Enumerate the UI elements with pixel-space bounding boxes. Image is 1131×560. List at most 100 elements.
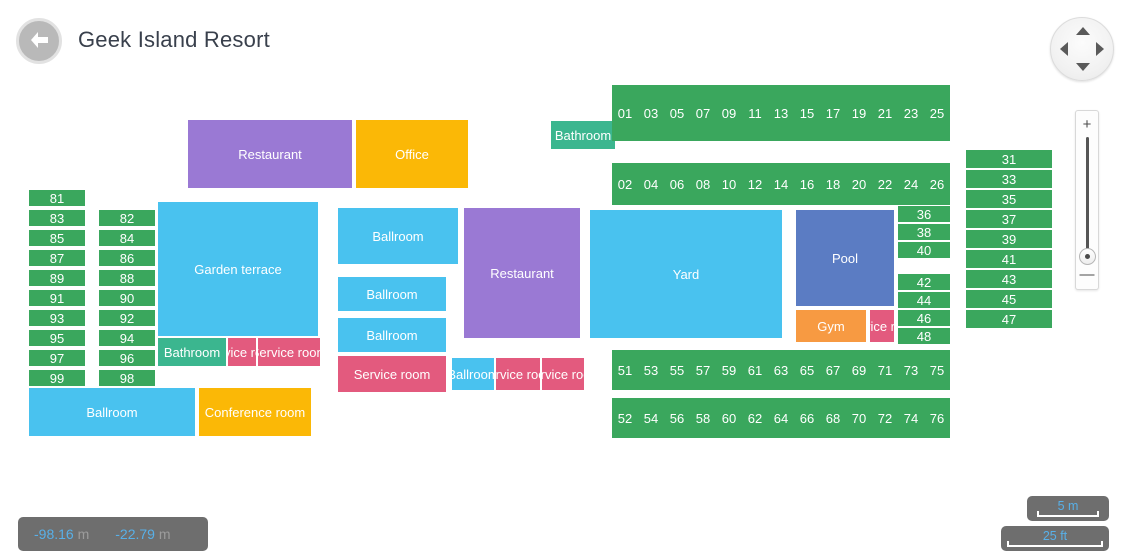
map-unit[interactable]: Conference room	[199, 388, 311, 436]
map-unit[interactable]: 39	[966, 230, 1052, 248]
map-unit[interactable]: 43	[966, 270, 1052, 288]
zoom-in-button[interactable]: +	[1076, 117, 1098, 132]
map-unit[interactable]: Pool	[796, 210, 894, 306]
map-unit[interactable]: 47	[966, 310, 1052, 328]
map-unit[interactable]: 04	[638, 163, 664, 205]
map-unit[interactable]: 84	[99, 230, 155, 246]
map-unit[interactable]: Office	[356, 120, 468, 188]
map-unit[interactable]: 96	[99, 350, 155, 366]
map-unit[interactable]: 63	[768, 350, 794, 390]
map-unit[interactable]: 06	[664, 163, 690, 205]
map-unit[interactable]: 70	[846, 398, 872, 438]
map-unit[interactable]: 90	[99, 290, 155, 306]
map-unit[interactable]: 86	[99, 250, 155, 266]
map-unit[interactable]: 99	[29, 370, 85, 386]
map-unit[interactable]: 69	[846, 350, 872, 390]
map-unit[interactable]: 83	[29, 210, 85, 226]
map-unit[interactable]: 02	[612, 163, 638, 205]
map-unit[interactable]: 53	[638, 350, 664, 390]
map-unit[interactable]: 98	[99, 370, 155, 386]
zoom-handle[interactable]	[1079, 248, 1096, 265]
pan-up-icon[interactable]	[1076, 27, 1090, 35]
map-unit[interactable]: 91	[29, 290, 85, 306]
map-unit[interactable]: Ballroom	[338, 318, 446, 352]
map-unit[interactable]: Ballroom	[29, 388, 195, 436]
map-unit[interactable]: 57	[690, 350, 716, 390]
map-unit[interactable]: Service room	[338, 356, 446, 392]
map-unit[interactable]: Ballroom	[452, 358, 494, 390]
map-unit[interactable]: 59	[716, 350, 742, 390]
map-unit[interactable]: Ballroom	[338, 208, 458, 264]
zoom-out-button[interactable]: —	[1076, 267, 1098, 282]
map-unit[interactable]: 13	[768, 85, 794, 141]
map-unit[interactable]: Restaurant	[464, 208, 580, 338]
map-unit[interactable]: 25	[924, 85, 950, 141]
map-unit[interactable]: 64	[768, 398, 794, 438]
map-unit[interactable]: 75	[924, 350, 950, 390]
map-unit[interactable]: Bathroom	[551, 121, 615, 149]
map-unit[interactable]: 15	[794, 85, 820, 141]
map-unit[interactable]: 31	[966, 150, 1052, 168]
map-unit[interactable]: 87	[29, 250, 85, 266]
map-unit[interactable]: 11	[742, 85, 768, 141]
map-unit[interactable]: 20	[846, 163, 872, 205]
map-unit[interactable]: 81	[29, 190, 85, 206]
map-unit[interactable]: 21	[872, 85, 898, 141]
map-unit[interactable]: Service room	[258, 338, 320, 366]
map-unit[interactable]: 17	[820, 85, 846, 141]
zoom-slider[interactable]: + —	[1075, 110, 1099, 290]
map-unit[interactable]: 35	[966, 190, 1052, 208]
map-unit[interactable]: 40	[898, 242, 950, 258]
map-unit[interactable]: 18	[820, 163, 846, 205]
resort-map[interactable]: Restaurant Office 81 83 85 87 89 91 93 95 97 99 82 84…	[0, 0, 1131, 560]
map-unit[interactable]: 09	[716, 85, 742, 141]
map-unit[interactable]: 62	[742, 398, 768, 438]
map-unit[interactable]: 56	[664, 398, 690, 438]
map-unit[interactable]: 48	[898, 328, 950, 344]
map-unit[interactable]: 65	[794, 350, 820, 390]
map-unit[interactable]: 92	[99, 310, 155, 326]
map-unit[interactable]: 07	[690, 85, 716, 141]
zoom-track[interactable]	[1086, 137, 1089, 263]
pan-right-icon[interactable]	[1096, 42, 1104, 56]
map-unit[interactable]: 03	[638, 85, 664, 141]
map-unit[interactable]: 76	[924, 398, 950, 438]
map-unit[interactable]: 95	[29, 330, 85, 346]
map-unit[interactable]: Bathroom	[158, 338, 226, 366]
map-unit[interactable]: 85	[29, 230, 85, 246]
pan-control[interactable]	[1050, 17, 1114, 81]
map-unit[interactable]: Service room	[496, 358, 540, 390]
map-unit[interactable]: Restaurant	[188, 120, 352, 188]
map-unit[interactable]: 74	[898, 398, 924, 438]
map-unit[interactable]: 97	[29, 350, 85, 366]
map-unit[interactable]: 38	[898, 224, 950, 240]
map-unit[interactable]: 33	[966, 170, 1052, 188]
map-unit[interactable]: 45	[966, 290, 1052, 308]
map-unit[interactable]: Service room	[228, 338, 256, 366]
map-unit[interactable]: 89	[29, 270, 85, 286]
map-unit[interactable]: 54	[638, 398, 664, 438]
map-unit[interactable]: 22	[872, 163, 898, 205]
map-unit[interactable]: Yard	[590, 210, 782, 338]
map-unit[interactable]: 93	[29, 310, 85, 326]
map-unit[interactable]: 23	[898, 85, 924, 141]
map-unit[interactable]: 82	[99, 210, 155, 226]
map-unit[interactable]: 58	[690, 398, 716, 438]
back-button[interactable]	[16, 18, 62, 64]
map-unit[interactable]: Garden terrace	[158, 202, 318, 336]
map-unit[interactable]: 88	[99, 270, 155, 286]
map-unit[interactable]: 16	[794, 163, 820, 205]
map-unit[interactable]: 52	[612, 398, 638, 438]
map-unit[interactable]: 72	[872, 398, 898, 438]
map-unit[interactable]: Service room	[542, 358, 584, 390]
map-unit[interactable]: 24	[898, 163, 924, 205]
map-unit[interactable]: 60	[716, 398, 742, 438]
map-unit[interactable]: 26	[924, 163, 950, 205]
map-unit[interactable]: Gym	[796, 310, 866, 342]
map-unit[interactable]: 36	[898, 206, 950, 222]
map-unit[interactable]: 66	[794, 398, 820, 438]
map-unit[interactable]: 41	[966, 250, 1052, 268]
map-unit[interactable]: 46	[898, 310, 950, 326]
map-unit[interactable]: 55	[664, 350, 690, 390]
map-unit[interactable]: 42	[898, 274, 950, 290]
